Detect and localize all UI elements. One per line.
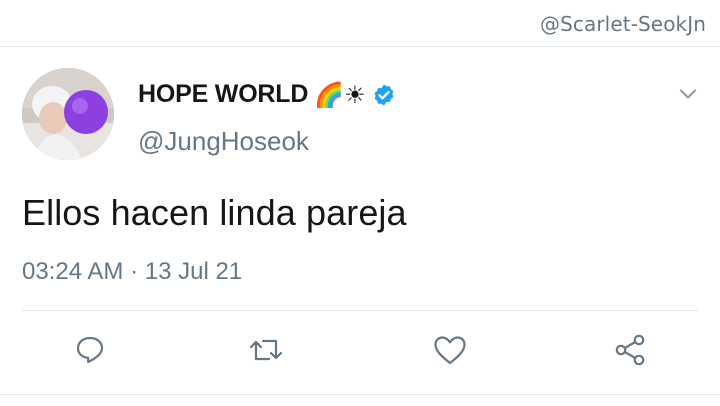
tweet-actions [0,330,720,376]
share-icon [615,334,645,366]
bottom-divider [0,394,720,395]
actions-divider [22,310,698,311]
avatar-image [22,68,114,160]
heart-icon [434,336,466,365]
retweet-icon [249,339,283,361]
name-emojis: 🌈☀ [314,80,366,109]
reply-icon [76,336,104,364]
tweet-text: Ellos hacen linda pareja [22,192,407,233]
like-button[interactable] [430,330,470,370]
user-handle[interactable]: @JungHoseok [138,126,309,157]
meta-separator: · [130,258,139,285]
watermark-text: @Scarlet-SeokJn [540,12,706,36]
avatar[interactable] [22,68,114,160]
top-divider [0,46,720,47]
verified-badge-icon [372,83,396,107]
tweet-time: 03:24 AM [22,258,124,285]
chevron-down-icon[interactable] [678,84,698,104]
display-name[interactable]: HOPE WORLD [138,80,308,109]
tweet-date: 13 Jul 21 [144,258,243,285]
display-name-row: HOPE WORLD 🌈☀ [138,80,396,109]
reply-button[interactable] [70,330,110,370]
retweet-button[interactable] [246,330,286,370]
share-button[interactable] [610,330,650,370]
tweet-timestamp[interactable]: 03:24 AM · 13 Jul 21 [22,258,242,286]
